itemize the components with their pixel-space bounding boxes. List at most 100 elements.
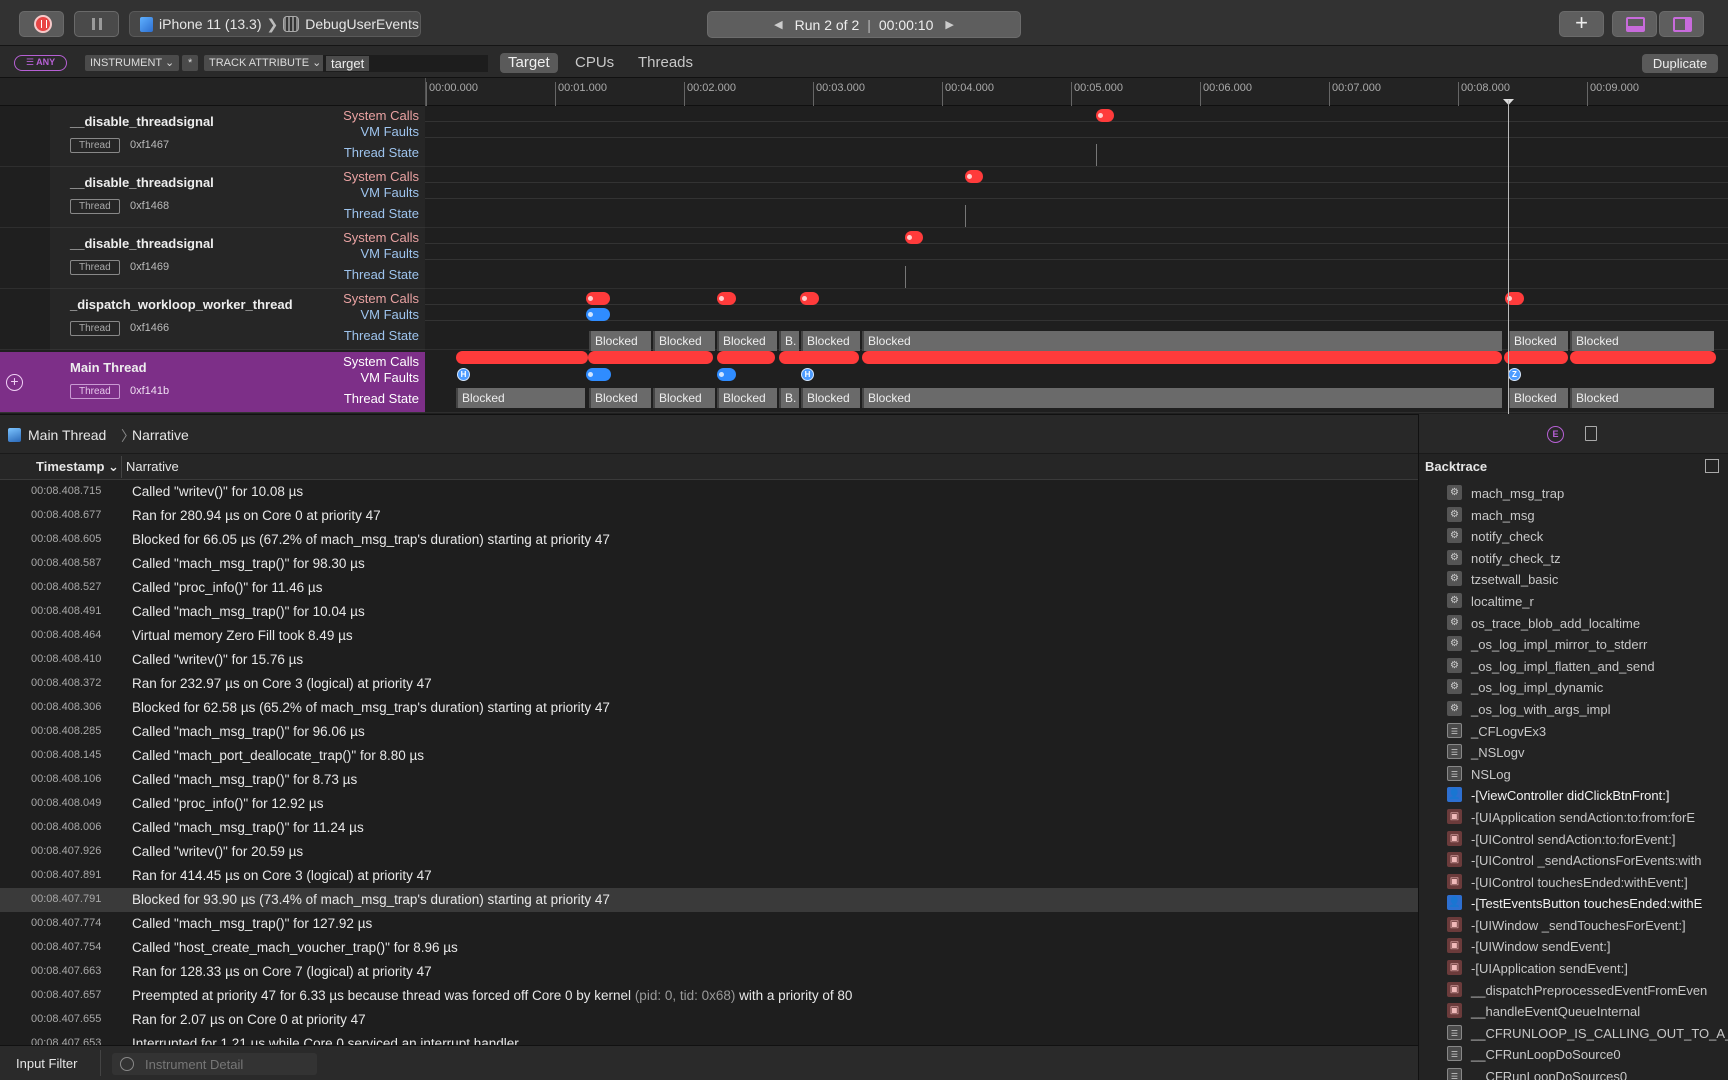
breadcrumb-thread[interactable]: Main Thread <box>28 427 106 443</box>
backtrace-frame[interactable]: 👤 -[TestEventsButton touchesEnded:withE <box>1419 892 1728 914</box>
thread-track[interactable]: __disable_threadsignal Thread 0xf1469 Sy… <box>0 228 1728 289</box>
system-call-span[interactable] <box>862 351 1502 364</box>
thread-state-blocked[interactable]: Blocked <box>862 388 1502 408</box>
system-call-event[interactable] <box>1096 109 1114 122</box>
thread-state-blocked[interactable]: Blocked <box>801 388 860 408</box>
backtrace-frame[interactable]: ⚙ os_trace_blob_add_localtime <box>1419 612 1728 634</box>
tab-target[interactable]: Target <box>500 53 558 73</box>
track-header[interactable]: __disable_threadsignal Thread 0xf1467 Sy… <box>50 106 425 167</box>
table-row[interactable]: 00:08.408.049 Called "proc_info()" for 12… <box>0 792 1418 816</box>
table-row[interactable]: 00:08.407.926 Called "writev()" for 20.59… <box>0 840 1418 864</box>
tab-cpus[interactable]: CPUs <box>567 53 622 73</box>
filter-any-toggle[interactable]: ☰ ANY <box>14 55 67 71</box>
table-row[interactable]: 00:08.408.306 Blocked for 62.58 µs (65.2%… <box>0 696 1418 720</box>
vm-fault-event[interactable] <box>586 368 611 381</box>
toggle-inspector-button[interactable] <box>1659 11 1704 37</box>
table-row[interactable]: 00:08.408.587 Called "mach_msg_trap()" fo… <box>0 552 1418 576</box>
target-selector[interactable]: iPhone 11 (13.3) ❯ DebugUserEvents <box>129 11 421 37</box>
table-row[interactable]: 00:08.407.774 Called "mach_msg_trap()" fo… <box>0 912 1418 936</box>
table-row[interactable]: 00:08.408.285 Called "mach_msg_trap()" fo… <box>0 720 1418 744</box>
toggle-detail-panel-button[interactable] <box>1612 11 1657 37</box>
system-call-event[interactable] <box>965 170 983 183</box>
system-call-event[interactable] <box>717 292 736 305</box>
thread-state-blocked[interactable]: Blocked <box>717 388 777 408</box>
table-row[interactable]: 00:08.408.006 Called "mach_msg_trap()" fo… <box>0 816 1418 840</box>
thread-state-blocked[interactable]: Blocked <box>1508 388 1568 408</box>
thread-state-blocked[interactable]: Blocked <box>1508 331 1568 351</box>
backtrace-frame[interactable]: ☰ __CFRunLoopDoSources0 <box>1419 1065 1728 1080</box>
system-call-span[interactable] <box>1504 351 1568 364</box>
table-row[interactable]: 00:08.407.653 Interrupted for 1.21 µs whi… <box>0 1032 1418 1045</box>
backtrace-frame[interactable]: ☰ __CFRunLoopDoSource0 <box>1419 1043 1728 1065</box>
backtrace-frame[interactable]: ⚙ _os_log_impl_dynamic <box>1419 676 1728 698</box>
table-row[interactable]: 00:08.408.715 Called "writev()" for 10.08… <box>0 480 1418 504</box>
backtrace-frame[interactable]: ▣ -[UIControl _sendActionsForEvents:with <box>1419 849 1728 871</box>
backtrace-frame[interactable]: ⚙ mach_msg <box>1419 504 1728 526</box>
vm-fault-event[interactable] <box>717 368 736 381</box>
table-row[interactable]: 00:08.408.605 Blocked for 66.05 µs (67.2%… <box>0 528 1418 552</box>
system-call-span[interactable] <box>779 351 859 364</box>
track-header[interactable]: __disable_threadsignal Thread 0xf1468 Sy… <box>50 167 425 228</box>
add-track-icon[interactable]: + <box>6 374 23 391</box>
vm-fault-h-marker[interactable]: H <box>457 368 470 381</box>
system-call-event[interactable] <box>905 231 923 244</box>
track-attribute-chip[interactable]: TRACK ATTRIBUTE ⌄ <box>204 55 327 71</box>
backtrace-frame[interactable]: ☰ _NSLogv <box>1419 741 1728 763</box>
table-row[interactable]: 00:08.407.663 Ran for 128.33 µs on Core 7… <box>0 960 1418 984</box>
backtrace-frame[interactable]: ⚙ notify_check_tz <box>1419 547 1728 569</box>
instrument-detail-search[interactable]: Instrument Detail <box>112 1053 317 1075</box>
thread-state-blocked[interactable]: Blocked <box>653 331 715 351</box>
track-lanes[interactable]: H H Z Blocked Blocked Blocked Blocked B.… <box>425 351 1728 413</box>
table-row[interactable]: 00:08.408.677 Ran for 280.94 µs on Core 0… <box>0 504 1418 528</box>
backtrace-frame[interactable]: 👤 -[ViewController didClickBtnFront:] <box>1419 784 1728 806</box>
thread-state-blocked[interactable]: Blocked <box>717 331 777 351</box>
track-header[interactable]: Main Thread Thread 0xf141b System Calls … <box>0 352 425 413</box>
backtrace-frame[interactable]: ☰ NSLog <box>1419 763 1728 785</box>
thread-state-blocked[interactable]: B. <box>779 331 799 351</box>
wildcard-chip[interactable]: * <box>182 55 199 71</box>
system-call-event[interactable] <box>800 292 819 305</box>
vm-fault-h-marker[interactable]: H <box>801 368 814 381</box>
thread-state-blocked[interactable]: Blocked <box>653 388 715 408</box>
backtrace-list[interactable]: ⚙ mach_msg_trap ⚙ mach_msg ⚙ notify_check ⚙ not… <box>1419 482 1728 1080</box>
table-row[interactable]: 00:08.408.491 Called "mach_msg_trap()" fo… <box>0 600 1418 624</box>
backtrace-frame[interactable]: ⚙ _os_log_impl_flatten_and_send <box>1419 655 1728 677</box>
backtrace-frame[interactable]: ▣ -[UIWindow sendEvent:] <box>1419 935 1728 957</box>
table-row[interactable]: 00:08.407.754 Called "host_create_mach_vo… <box>0 936 1418 960</box>
table-row[interactable]: 00:08.408.464 Virtual memory Zero Fill to… <box>0 624 1418 648</box>
vm-fault-event[interactable] <box>586 308 610 321</box>
track-header[interactable]: __disable_threadsignal Thread 0xf1469 Sy… <box>50 228 425 289</box>
collapse-icon[interactable] <box>1705 459 1719 473</box>
backtrace-frame[interactable]: ▣ -[UIControl sendAction:to:forEvent:] <box>1419 828 1728 850</box>
thread-state-blocked[interactable]: B. <box>779 388 799 408</box>
track-lanes[interactable] <box>425 167 1728 228</box>
column-header-narrative[interactable]: Narrative <box>126 459 179 474</box>
thread-state-blocked[interactable]: Blocked <box>862 331 1502 351</box>
backtrace-frame[interactable]: ▣ -[UIWindow _sendTouchesForEvent:] <box>1419 914 1728 936</box>
system-call-event[interactable] <box>586 292 610 305</box>
backtrace-frame[interactable]: ▣ -[UIControl touchesEnded:withEvent:] <box>1419 871 1728 893</box>
document-icon[interactable] <box>1585 426 1597 441</box>
add-instrument-button[interactable]: + <box>1559 11 1604 37</box>
instrument-filter-chip[interactable]: INSTRUMENT ⌄ <box>85 55 180 71</box>
vm-fault-z-marker[interactable]: Z <box>1508 368 1521 381</box>
track-lanes[interactable] <box>425 106 1728 167</box>
table-row[interactable]: 00:08.407.791 Blocked for 93.90 µs (73.4%… <box>0 888 1418 912</box>
thread-track[interactable]: __disable_threadsignal Thread 0xf1467 Sy… <box>0 106 1728 167</box>
backtrace-frame[interactable]: ☰ _CFLogvEx3 <box>1419 720 1728 742</box>
filter-input[interactable]: target <box>323 55 488 72</box>
thread-track[interactable]: _dispatch_workloop_worker_thread Thread … <box>0 289 1728 351</box>
ruler-area[interactable]: 00:00.000 00:01.000 00:02.000 00:03.000 … <box>425 78 1728 106</box>
thread-state-blocked[interactable]: Blocked <box>1570 331 1714 351</box>
extended-detail-icon[interactable]: E <box>1547 426 1564 443</box>
table-row[interactable]: 00:08.408.145 Called "mach_port_deallocat… <box>0 744 1418 768</box>
breadcrumb-view[interactable]: Narrative <box>132 427 189 443</box>
thread-track[interactable]: __disable_threadsignal Thread 0xf1468 Sy… <box>0 167 1728 228</box>
column-header-timestamp[interactable]: Timestamp ⌄ <box>36 459 119 475</box>
previous-run-icon[interactable]: ◀ <box>774 18 782 31</box>
table-row[interactable]: 00:08.408.372 Ran for 232.97 µs on Core 3… <box>0 672 1418 696</box>
table-row[interactable]: 00:08.407.657 Preempted at priority 47 fo… <box>0 984 1418 1008</box>
backtrace-frame[interactable]: ▣ __dispatchPreprocessedEventFromEven <box>1419 979 1728 1001</box>
table-row[interactable]: 00:08.408.410 Called "writev()" for 15.76… <box>0 648 1418 672</box>
thread-state-blocked[interactable]: Blocked <box>1570 388 1714 408</box>
